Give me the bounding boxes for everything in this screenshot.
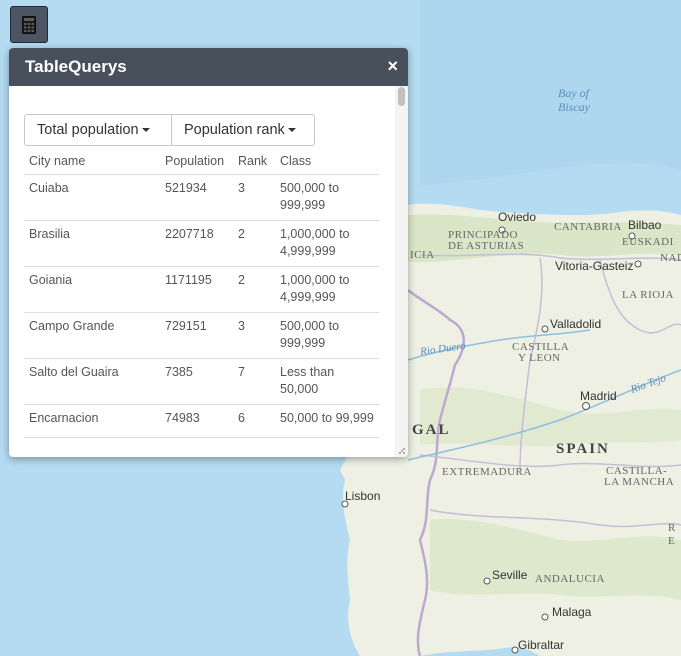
cell-city: Encarnacion [24, 404, 160, 438]
city-label-malaga: Malaga [552, 605, 592, 619]
panel-title: TableQuerys [25, 57, 127, 76]
cell-city: Brasilia [24, 220, 160, 267]
city-table: City name Population Rank Class Cuiaba 5… [24, 152, 379, 457]
bay-label-text: Bay of Biscay [558, 86, 590, 114]
cell-rank: 2 [233, 266, 275, 313]
city-label-bilbao: Bilbao [628, 218, 662, 232]
table-row[interactable]: Cuiaba 521934 3 500,000 to 999,999 [24, 174, 379, 221]
region-label-r: R [668, 522, 676, 534]
cell-class: Less than 50,000 [275, 358, 379, 405]
table-row-partial[interactable] [24, 437, 379, 457]
cell-population: 2207718 [160, 220, 233, 267]
city-dot-vitoria [634, 260, 642, 268]
cell-population: 74983 [160, 404, 233, 438]
cell-city: Salto del Guaira [24, 358, 160, 405]
city-label-vitoria: Vitoria-Gasteiz [555, 259, 634, 273]
cell-rank: 3 [233, 174, 275, 221]
city-label-gibraltar: Gibraltar [518, 638, 565, 652]
column-header-rank[interactable]: Rank [233, 152, 275, 175]
cell-class: 500,000 to 999,999 [275, 312, 379, 359]
region-label-castilla-mancha-2: LA MANCHA [604, 476, 675, 488]
caret-down-icon [141, 128, 150, 132]
table-row[interactable]: Brasilia 2207718 2 1,000,000 to 4,999,99… [24, 220, 379, 267]
close-button[interactable]: × [387, 56, 398, 77]
cell-class: 1,000,000 to 4,999,999 [275, 266, 379, 313]
country-label-spain: SPAIN [556, 441, 610, 457]
region-label-cantabria: CANTABRIA [554, 221, 622, 233]
table-header-row: City name Population Rank Class [24, 152, 379, 175]
city-dot-valladolid [541, 325, 549, 333]
cell-rank-partial [233, 437, 275, 457]
population-rank-dropdown[interactable]: Population rank [172, 114, 315, 146]
region-label-euskadi: EUSKADI [622, 236, 674, 248]
cell-population: 729151 [160, 312, 233, 359]
cell-population-partial [160, 437, 233, 457]
cell-rank: 7 [233, 358, 275, 405]
panel-header[interactable]: TableQuerys × [9, 48, 408, 86]
city-dot-malaga [541, 613, 549, 621]
cell-city-partial [24, 437, 160, 457]
table-icon [22, 15, 36, 34]
cell-city: Campo Grande [24, 312, 160, 359]
table-row[interactable]: Salto del Guaira 7385 7 Less than 50,000 [24, 358, 379, 405]
region-label-la-rioja: LA RIOJA [622, 289, 674, 301]
cell-class: 500,000 to 999,999 [275, 174, 379, 221]
panel-body: Total population Population rank City na… [9, 86, 394, 457]
region-label-asturias-2: DE ASTURIAS [448, 240, 525, 252]
region-label-extremadura: EXTREMADURA [442, 466, 532, 478]
column-header-city-name[interactable]: City name [24, 152, 160, 175]
city-label-valladolid: Valladolid [550, 317, 602, 331]
total-population-dropdown[interactable]: Total population [24, 114, 172, 146]
region-label-galicia: ICIA [410, 249, 435, 261]
table-query-panel: TableQuerys × Total population Populatio… [9, 48, 408, 457]
region-label-castilla-leon-2: Y LEON [518, 352, 561, 364]
resize-grip-icon[interactable] [398, 447, 406, 455]
dropdown-label: Total population [37, 122, 139, 138]
scrollbar-thumb[interactable] [398, 87, 405, 106]
cell-population: 521934 [160, 174, 233, 221]
cell-class: 50,000 to 99,999 [275, 404, 379, 438]
city-dot-seville [483, 577, 491, 585]
cell-rank: 6 [233, 404, 275, 438]
city-dot-madrid [582, 402, 590, 410]
table-row[interactable]: Goiania 1171195 2 1,000,000 to 4,999,999 [24, 266, 379, 313]
vertical-scrollbar[interactable] [395, 86, 408, 457]
cell-rank: 3 [233, 312, 275, 359]
column-header-class[interactable]: Class [275, 152, 379, 175]
caret-down-icon [287, 128, 296, 132]
cell-population: 7385 [160, 358, 233, 405]
region-label-e: E [668, 535, 676, 547]
cell-population: 1171195 [160, 266, 233, 313]
table-row[interactable]: Campo Grande 729151 3 500,000 to 999,999 [24, 312, 379, 359]
city-label-seville: Seville [492, 568, 528, 582]
city-label-madrid: Madrid [580, 389, 617, 403]
water-label-bay-of-biscay: Bay of Biscay [558, 86, 598, 114]
cell-city: Cuiaba [24, 174, 160, 221]
cell-rank: 2 [233, 220, 275, 267]
dropdown-label: Population rank [184, 122, 285, 138]
dropdown-group: Total population Population rank [24, 114, 315, 146]
region-label-nad: NAD [660, 252, 681, 264]
city-label-oviedo: Oviedo [498, 210, 537, 224]
city-label-lisbon: Lisbon [345, 489, 381, 503]
cell-class: 1,000,000 to 4,999,999 [275, 220, 379, 267]
country-label-portugal: GAL [412, 422, 451, 438]
cell-city: Goiania [24, 266, 160, 313]
table-query-toggle-button[interactable] [10, 6, 48, 43]
table-row[interactable]: Encarnacion 74983 6 50,000 to 99,999 [24, 404, 379, 438]
cell-class-partial [275, 437, 379, 457]
column-header-population[interactable]: Population [160, 152, 233, 175]
region-label-andalucia: ANDALUCIA [535, 573, 605, 585]
